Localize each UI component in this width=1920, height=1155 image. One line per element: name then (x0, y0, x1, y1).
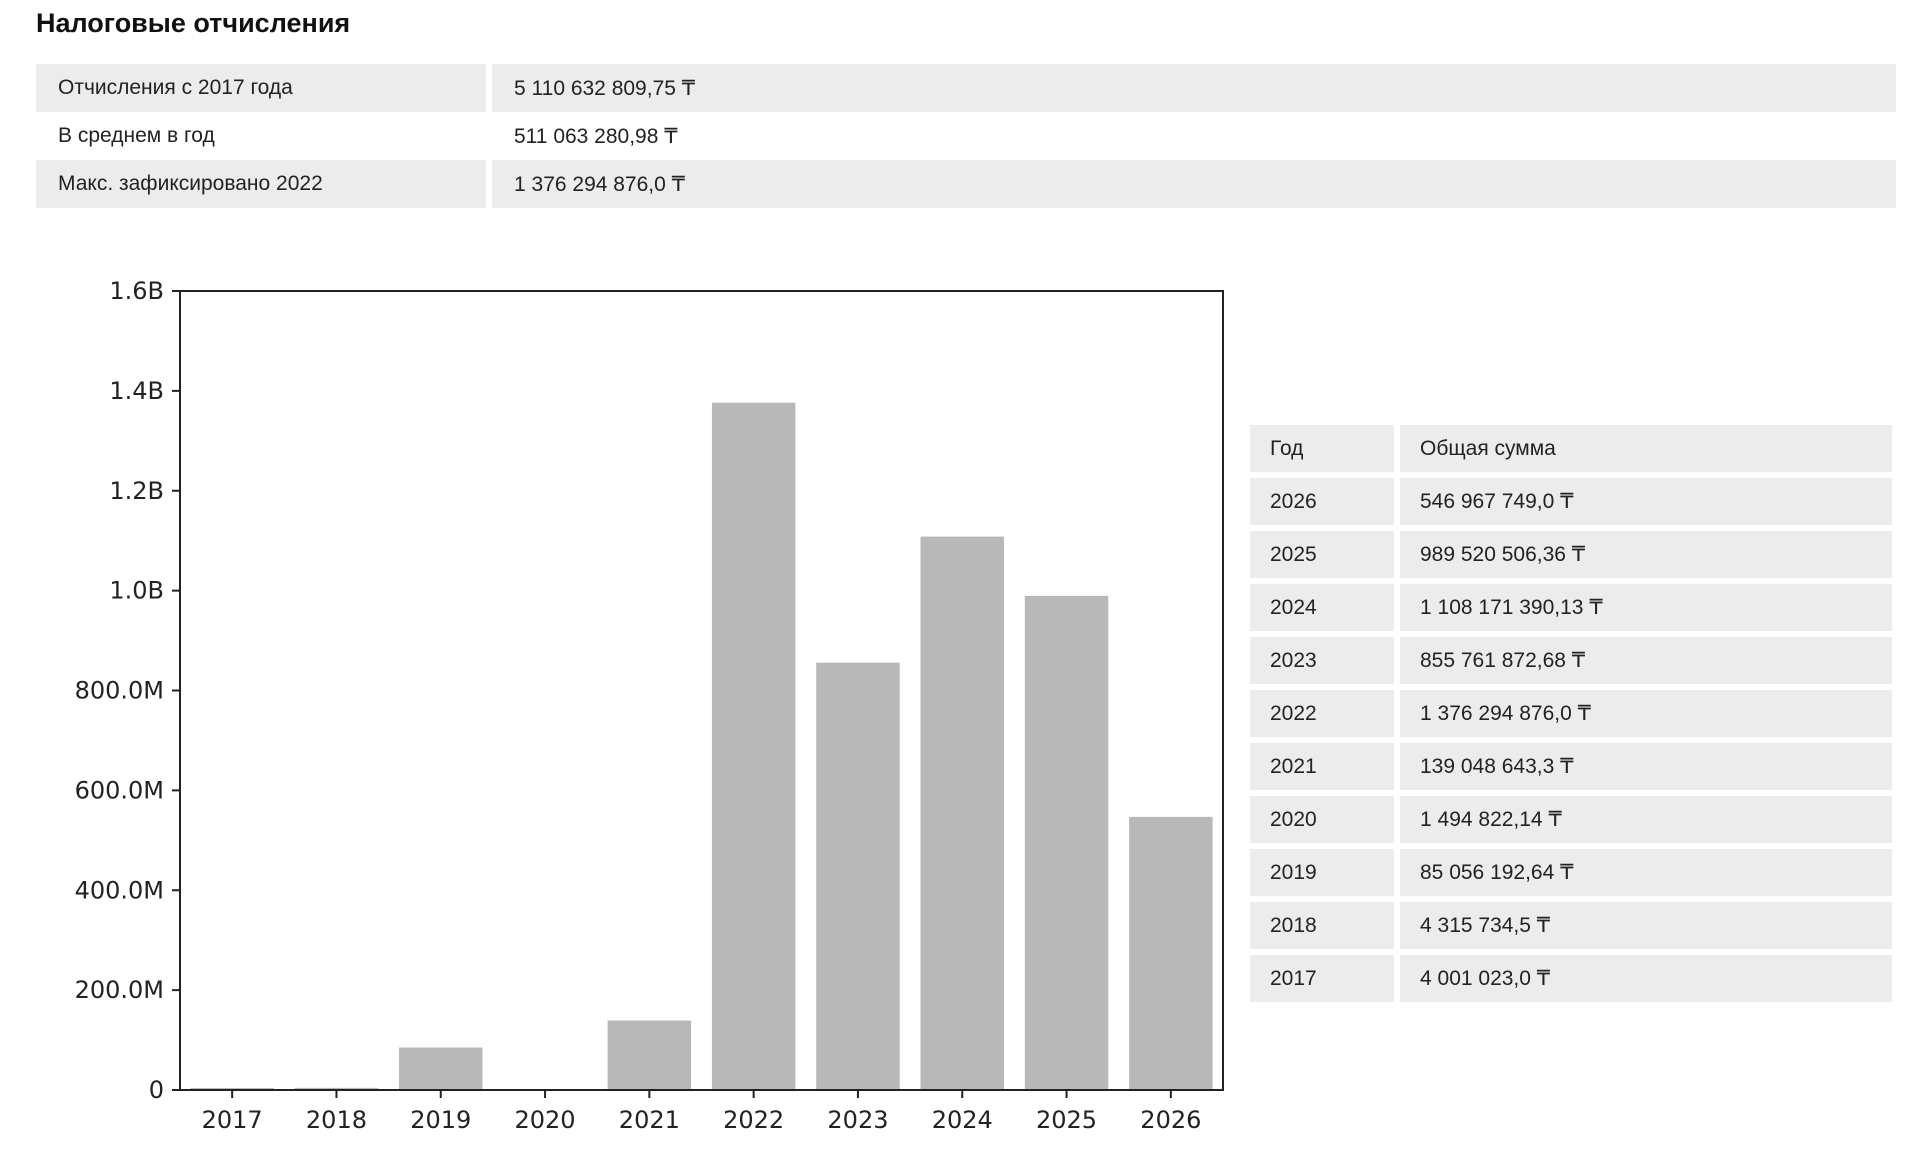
x-tick-label: 2017 (202, 1106, 263, 1134)
table-row: 2023 855 761 872,68 ₸ (1250, 637, 1892, 684)
x-tick-label: 2023 (827, 1106, 888, 1134)
y-tick-label: 1.0B (109, 577, 164, 605)
x-tick-label: 2019 (410, 1106, 471, 1134)
year-cell: 2019 (1250, 849, 1400, 896)
y-tick-label: 400.0M (75, 876, 164, 904)
y-tick-label: 1.6B (109, 277, 164, 305)
table-row: 2024 1 108 171 390,13 ₸ (1250, 584, 1892, 631)
amount-cell: 4 001 023,0 ₸ (1400, 955, 1892, 1002)
y-tick-label: 1.4B (109, 377, 164, 405)
amount-cell: 1 376 294 876,0 ₸ (1400, 690, 1892, 737)
summary-table: Отчисления с 2017 года 5 110 632 809,75 … (36, 64, 1896, 208)
chart-bar (1024, 595, 1109, 1090)
amount-cell: 989 520 506,36 ₸ (1400, 531, 1892, 578)
amount-cell: 85 056 192,64 ₸ (1400, 849, 1892, 896)
x-tick-label: 2026 (1140, 1106, 1201, 1134)
bar-chart: 0 200.0M 400.0M 600.0M 800.0M 1.0B 1.2B 1.4B 1.6… (75, 277, 1224, 1134)
year-totals-table: Год Общая сумма 2026 546 967 749,0 ₸ 202… (1250, 419, 1892, 1008)
year-cell: 2020 (1250, 796, 1400, 843)
year-cell: 2022 (1250, 690, 1400, 737)
y-tick-label: 200.0M (75, 976, 164, 1004)
table-row: 2022 1 376 294 876,0 ₸ (1250, 690, 1892, 737)
summary-label: Отчисления с 2017 года (36, 64, 492, 112)
summary-row: В среднем в год 511 063 280,98 ₸ (36, 112, 1896, 160)
x-tick-label: 2021 (619, 1106, 680, 1134)
year-cell: 2021 (1250, 743, 1400, 790)
y-tick-label: 0 (149, 1076, 164, 1104)
table-row: 2019 85 056 192,64 ₸ (1250, 849, 1892, 896)
summary-label: Макс. зафиксировано 2022 (36, 160, 492, 208)
x-tick-label: 2018 (306, 1106, 367, 1134)
amount-cell: 855 761 872,68 ₸ (1400, 637, 1892, 684)
chart-bar (816, 662, 900, 1090)
chart-bar (711, 402, 796, 1090)
year-cell: 2026 (1250, 478, 1400, 525)
y-tick-label: 800.0M (75, 677, 164, 705)
summary-value: 511 063 280,98 ₸ (492, 112, 1896, 160)
amount-cell: 546 967 749,0 ₸ (1400, 478, 1892, 525)
table-row: 2021 139 048 643,3 ₸ (1250, 743, 1892, 790)
year-table-header-row: Год Общая сумма (1250, 425, 1892, 472)
table-row: 2017 4 001 023,0 ₸ (1250, 955, 1892, 1002)
table-row: 2018 4 315 734,5 ₸ (1250, 902, 1892, 949)
year-column-header: Год (1250, 425, 1400, 472)
page-title: Налоговые отчисления (36, 8, 351, 38)
x-tick-label: 2020 (515, 1106, 576, 1134)
year-cell: 2023 (1250, 637, 1400, 684)
x-tick-label: 2024 (932, 1106, 993, 1134)
year-cell: 2017 (1250, 955, 1400, 1002)
amount-cell: 1 494 822,14 ₸ (1400, 796, 1892, 843)
year-cell: 2018 (1250, 902, 1400, 949)
amount-column-header: Общая сумма (1400, 425, 1892, 472)
table-row: 2020 1 494 822,14 ₸ (1250, 796, 1892, 843)
chart-bar (1129, 816, 1213, 1090)
y-tick-label: 1.2B (109, 477, 164, 505)
year-cell: 2024 (1250, 584, 1400, 631)
chart-bar (399, 1047, 483, 1090)
summary-row: Макс. зафиксировано 2022 1 376 294 876,0… (36, 160, 1896, 208)
year-cell: 2025 (1250, 531, 1400, 578)
x-tick-label: 2022 (723, 1106, 784, 1134)
amount-cell: 139 048 643,3 ₸ (1400, 743, 1892, 790)
table-row: 2026 546 967 749,0 ₸ (1250, 478, 1892, 525)
amount-cell: 1 108 171 390,13 ₸ (1400, 584, 1892, 631)
chart-bar (607, 1020, 692, 1090)
summary-value: 5 110 632 809,75 ₸ (492, 64, 1896, 112)
chart-bar (920, 536, 1004, 1090)
amount-cell: 4 315 734,5 ₸ (1400, 902, 1892, 949)
table-row: 2025 989 520 506,36 ₸ (1250, 531, 1892, 578)
summary-row: Отчисления с 2017 года 5 110 632 809,75 … (36, 64, 1896, 112)
summary-label: В среднем в год (36, 112, 492, 160)
y-tick-label: 600.0M (75, 776, 164, 804)
summary-value: 1 376 294 876,0 ₸ (492, 160, 1896, 208)
x-tick-label: 2025 (1036, 1106, 1097, 1134)
